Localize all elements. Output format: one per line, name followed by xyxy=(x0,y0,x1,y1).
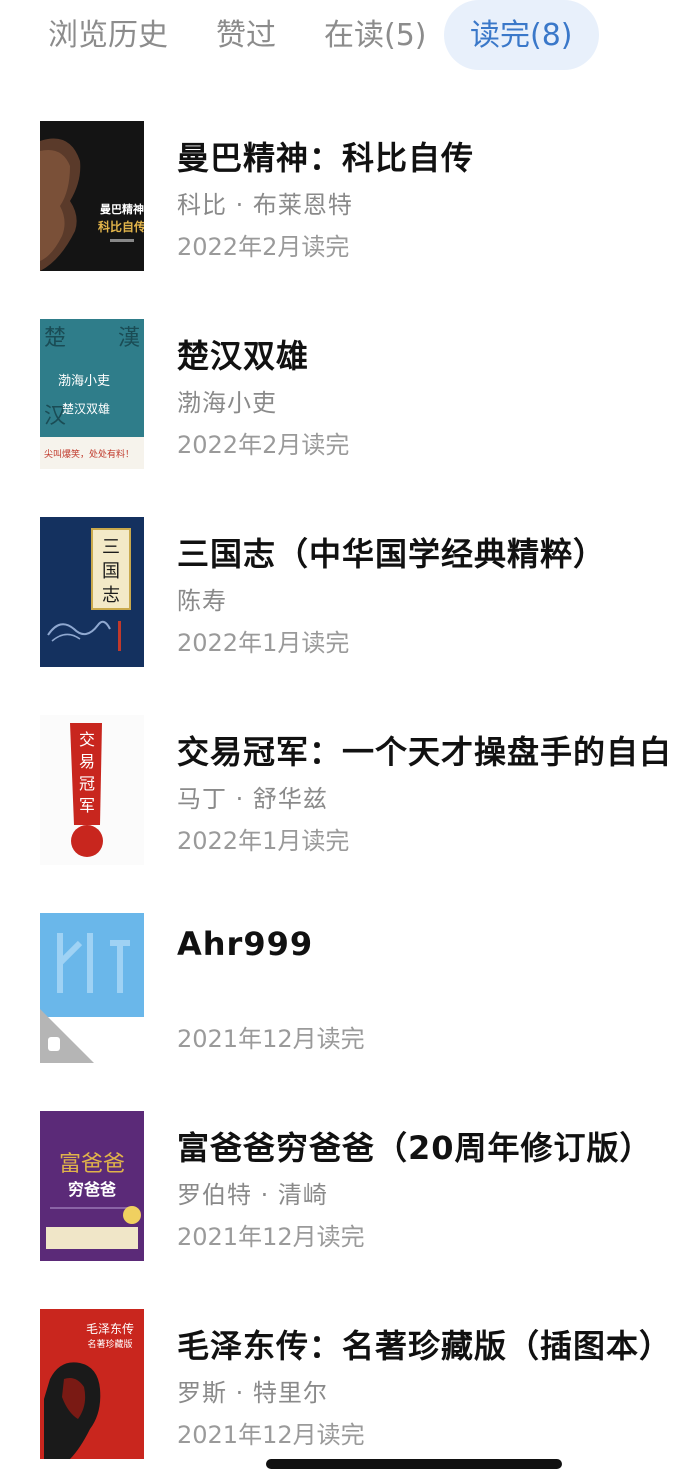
book-cover: 毛泽东传 名著珍藏版 xyxy=(40,1309,144,1459)
book-finished-date: 2022年2月读完 xyxy=(177,233,350,261)
tab-reading[interactable]: 在读(5) xyxy=(324,0,427,70)
book-item[interactable]: 交 易 冠 军 交易冠军：一个天才操盘手的自白 马丁 · 舒华兹 2022年1月… xyxy=(0,715,680,875)
cover-char: 军 xyxy=(79,796,95,815)
book-author: 罗斯 · 特里尔 xyxy=(177,1379,328,1407)
cover-char: 国 xyxy=(102,561,120,582)
cover-char: 志 xyxy=(102,585,120,606)
book-cover: 楚 漢 汉 渤海小吏 楚汉双雄 尖叫爆笑，处处有料！ xyxy=(40,319,144,469)
home-indicator[interactable] xyxy=(266,1459,562,1469)
cover-title: 毛泽东传 xyxy=(86,1321,134,1336)
cover-subtitle: 穷爸爸 xyxy=(68,1180,116,1199)
book-finished-date: 2022年1月读完 xyxy=(177,629,350,657)
book-finished-date: 2021年12月读完 xyxy=(177,1421,365,1449)
cover-tagline: 尖叫爆笑，处处有料！ xyxy=(44,448,134,460)
book-finished-date: 2022年2月读完 xyxy=(177,431,350,459)
book-title: 曼巴精神：科比自传 xyxy=(177,139,475,177)
book-title: 毛泽东传：名著珍藏版（插图本） xyxy=(177,1327,673,1365)
cover-title: 富爸爸 xyxy=(59,1152,125,1177)
cover-char: 漢 xyxy=(118,326,140,351)
book-title: 交易冠军：一个天才操盘手的自白 xyxy=(177,733,673,771)
cover-author: 渤海小吏 xyxy=(58,373,110,389)
book-item[interactable]: 曼巴精神 科比自传 曼巴精神：科比自传 科比 · 布莱恩特 2022年2月读完 xyxy=(0,121,680,281)
book-finished-date: 2021年12月读完 xyxy=(177,1025,365,1053)
book-title: 楚汉双雄 xyxy=(177,337,310,375)
book-author: 陈寿 xyxy=(177,587,227,615)
book-cover: 富爸爸 穷爸爸 xyxy=(40,1111,144,1261)
tab-history[interactable]: 浏览历史 xyxy=(48,0,168,70)
book-finished-date: 2022年1月读完 xyxy=(177,827,350,855)
cover-char: 楚 xyxy=(44,326,66,351)
book-cover: 曼巴精神 科比自传 xyxy=(40,121,144,271)
book-author: 罗伯特 · 清崎 xyxy=(177,1181,328,1209)
book-item[interactable]: 楚 漢 汉 渤海小吏 楚汉双雄 尖叫爆笑，处处有料！ 楚汉双雄 渤海小吏 202… xyxy=(0,319,680,479)
book-title: 三国志（中华国学经典精粹） xyxy=(177,535,607,573)
cover-subtitle: 科比自传 xyxy=(98,219,144,234)
tab-liked[interactable]: 赞过 xyxy=(216,0,276,70)
book-finished-date: 2021年12月读完 xyxy=(177,1223,365,1251)
book-title: Ahr999 xyxy=(177,925,314,963)
book-cover: 交 易 冠 军 xyxy=(40,715,144,865)
cover-char: 冠 xyxy=(79,774,95,793)
book-item[interactable]: Ahr999 2021年12月读完 xyxy=(0,913,680,1073)
book-author: 马丁 · 舒华兹 xyxy=(177,785,328,813)
book-author: 科比 · 布莱恩特 xyxy=(177,191,353,219)
book-item[interactable]: 三 国 志 三国志（中华国学经典精粹） 陈寿 2022年1月读完 xyxy=(0,517,680,677)
cover-title: 曼巴精神 xyxy=(100,202,144,216)
cover-char: 三 xyxy=(102,537,120,558)
cover-title: 楚汉双雄 xyxy=(62,401,110,416)
book-author: 渤海小吏 xyxy=(177,389,277,417)
cover-char: 易 xyxy=(79,752,95,771)
tab-finished[interactable]: 读完(8) xyxy=(444,0,599,70)
book-title: 富爸爸穷爸爸（20周年修订版） xyxy=(177,1129,653,1167)
book-item[interactable]: 富爸爸 穷爸爸 富爸爸穷爸爸（20周年修订版） 罗伯特 · 清崎 2021年12… xyxy=(0,1111,680,1271)
cover-subtitle: 名著珍藏版 xyxy=(87,1338,132,1350)
book-cover: 三 国 志 xyxy=(40,517,144,667)
book-item[interactable]: 毛泽东传 名著珍藏版 毛泽东传：名著珍藏版（插图本） 罗斯 · 特里尔 2021… xyxy=(0,1309,680,1469)
book-cover xyxy=(40,913,144,1063)
cover-char: 交 xyxy=(79,730,95,749)
reading-tabs: 浏览历史 赞过 在读(5) 读完(8) xyxy=(0,0,680,80)
